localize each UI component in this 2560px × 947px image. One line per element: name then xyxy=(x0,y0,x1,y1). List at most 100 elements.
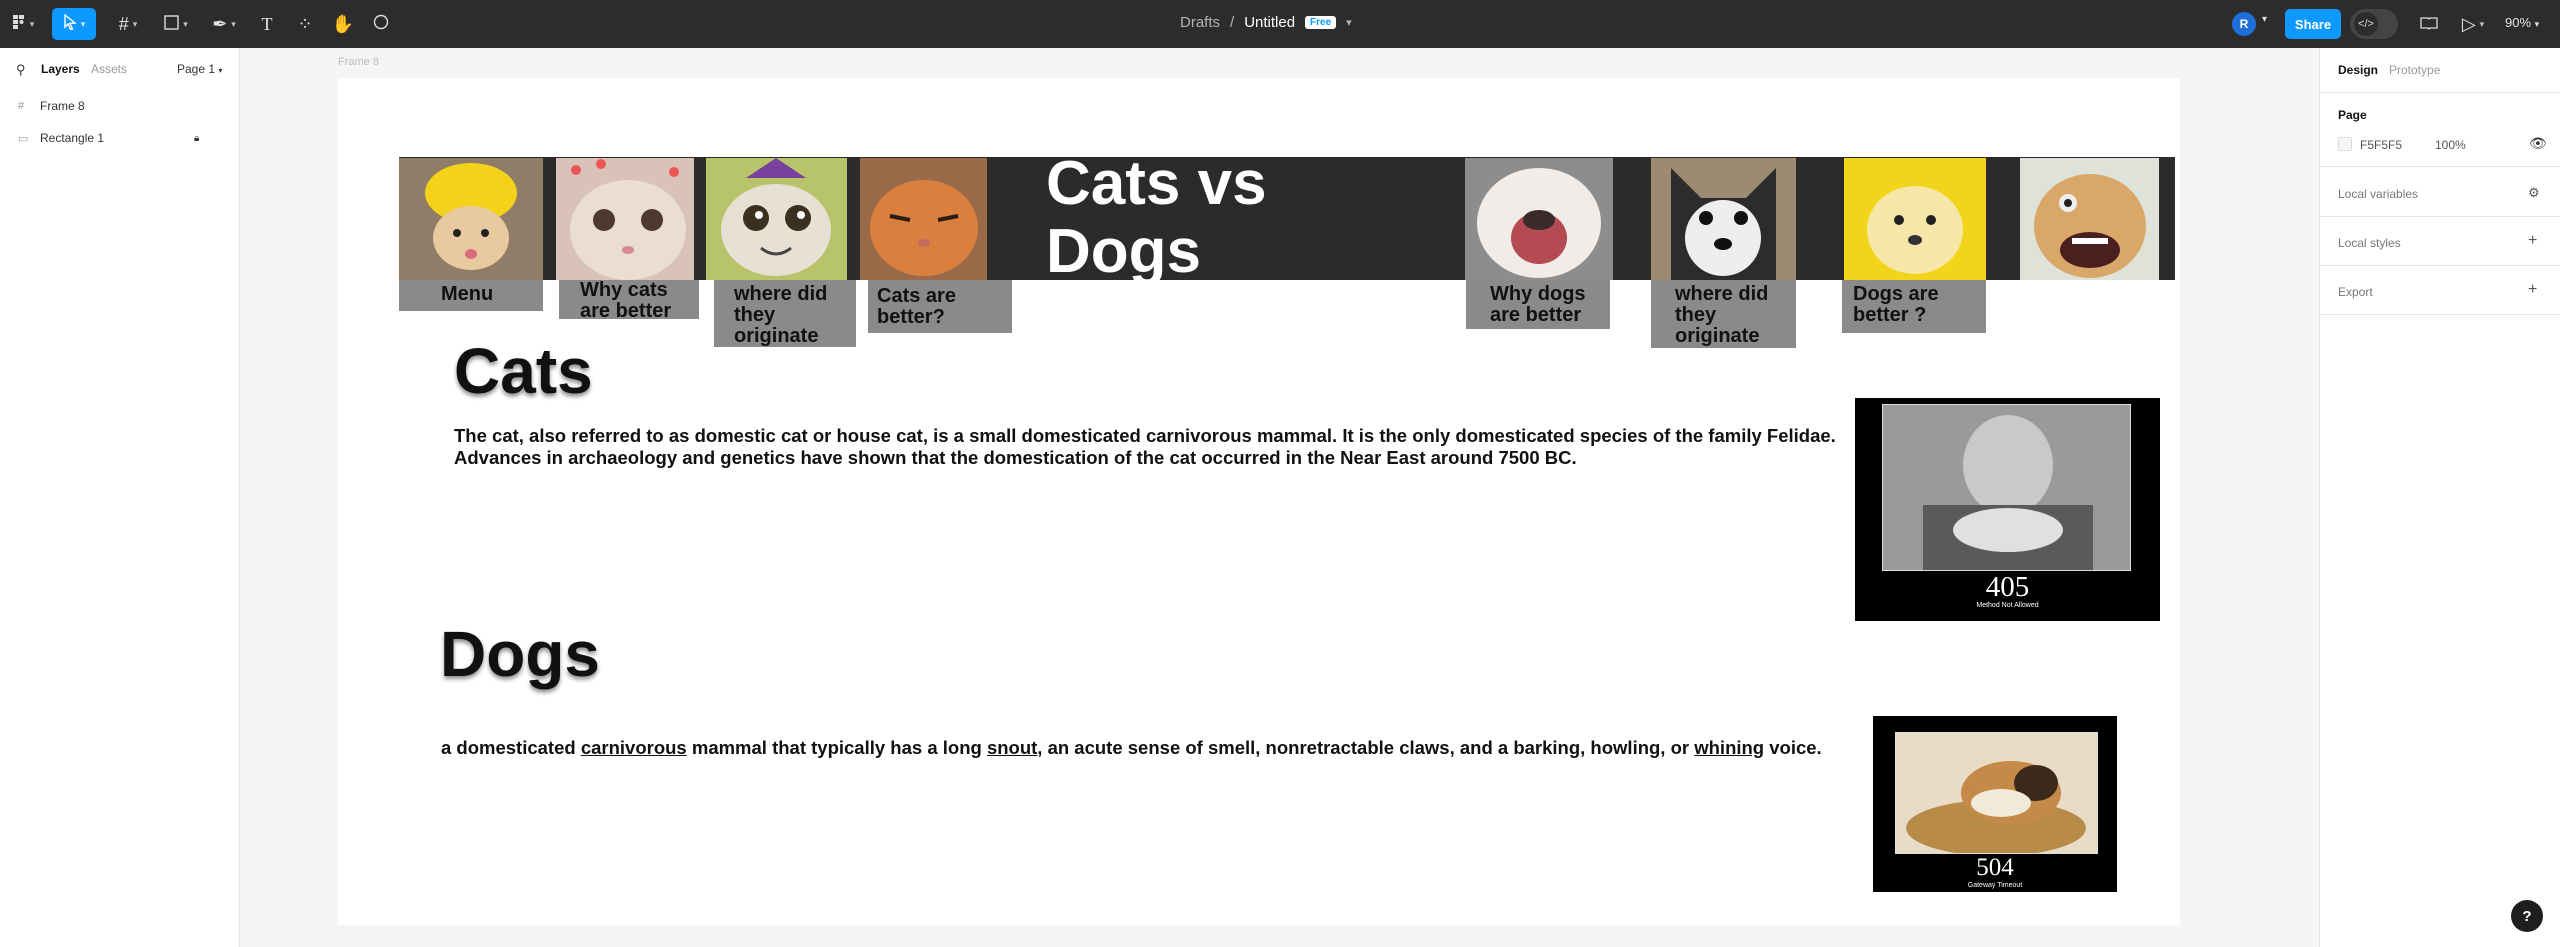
comment-icon xyxy=(373,14,389,35)
nav-dogs-better[interactable]: Dogs are better ? xyxy=(1842,280,1986,333)
zoom-level: 90% xyxy=(2505,15,2532,30)
move-tool-button[interactable]: ▾ xyxy=(52,8,96,40)
sliders-icon[interactable]: ⚙︎ xyxy=(2528,185,2540,201)
code-icon: </> xyxy=(2354,12,2378,36)
title-line-1: Cats vs Dogs xyxy=(1046,150,1286,286)
book-icon xyxy=(2420,14,2438,35)
dog-photo-3[interactable] xyxy=(1844,158,1986,280)
layer-name: Rectangle 1 xyxy=(40,131,105,145)
link-whining[interactable]: whining xyxy=(1694,737,1764,758)
text-icon: T xyxy=(261,13,273,34)
chevron-down-icon: ▾ xyxy=(132,18,138,29)
left-panel: ⚲ Layers Assets Page 1 ▾ # Frame 8 ▭ Rec… xyxy=(0,48,240,947)
divider xyxy=(2320,216,2560,217)
divider xyxy=(2320,92,2560,93)
dogs-description[interactable]: a domesticated carnivorous mammal that t… xyxy=(441,737,1841,759)
poster-504-code: 504 xyxy=(1976,854,2014,881)
help-button[interactable]: ? xyxy=(2511,900,2543,932)
local-variables-label[interactable]: Local variables xyxy=(2338,187,2418,201)
top-toolbar: ▾ ▾ # ▾ ▾ ✒ ▾ T ⁘ ✋ Drafts / Untitled Fr… xyxy=(0,0,2560,48)
chevron-down-icon: ▾ xyxy=(80,18,86,29)
chevron-down-icon: ▾ xyxy=(231,18,236,29)
zoom-menu[interactable]: 90% ▾ xyxy=(2505,15,2539,30)
dogs-text-part: voice. xyxy=(1764,737,1822,758)
shape-tool-button[interactable]: ▾ xyxy=(156,8,196,40)
layer-row[interactable]: ▭ Rectangle 1 🔒︎ xyxy=(0,125,239,151)
tab-layers[interactable]: Layers xyxy=(41,62,80,76)
page-title[interactable]: Cats vs Dogs xyxy=(1046,150,1286,286)
share-button[interactable]: Share xyxy=(2285,9,2341,39)
cat-photo-1[interactable] xyxy=(399,158,543,280)
lock-icon[interactable]: 🔒︎ xyxy=(194,133,199,144)
chevron-down-icon: ▾ xyxy=(2534,19,2540,29)
eye-icon[interactable]: 👁︎ xyxy=(2529,135,2547,152)
link-snout[interactable]: snout xyxy=(987,737,1037,758)
chevron-down-icon[interactable]: ▾ xyxy=(2262,14,2267,25)
hand-icon: ✋ xyxy=(331,13,355,34)
plan-badge: Free xyxy=(1305,16,1337,29)
dogs-heading[interactable]: Dogs xyxy=(440,617,600,691)
breadcrumb-folder[interactable]: Drafts xyxy=(1180,14,1220,31)
poster-405[interactable]: 405 Method Not Allowed xyxy=(1855,398,2160,621)
cat-photo-3[interactable] xyxy=(706,158,847,280)
nav-why-dogs[interactable]: Why dogs are better xyxy=(1466,280,1610,329)
comment-tool-button[interactable] xyxy=(366,8,396,40)
chevron-down-icon[interactable]: ▾ xyxy=(1346,16,1352,29)
poster-405-caption: Method Not Allowed xyxy=(1976,602,2039,609)
right-panel: Design Prototype Page F5F5F5 100% 👁︎ Loc… xyxy=(2319,48,2560,947)
frame-tool-button[interactable]: # ▾ xyxy=(108,8,148,40)
poster-405-code: 405 xyxy=(1985,571,2030,603)
search-icon[interactable]: ⚲ xyxy=(16,62,26,78)
chevron-down-icon: ▾ xyxy=(29,18,35,29)
tab-design[interactable]: Design xyxy=(2338,63,2378,77)
plus-icon[interactable]: + xyxy=(2528,232,2537,250)
cat-photo-4[interactable] xyxy=(860,158,987,280)
cats-description[interactable]: The cat, also referred to as domestic ca… xyxy=(454,425,1854,469)
divider xyxy=(2320,314,2560,315)
cat-photo-2[interactable] xyxy=(556,158,694,280)
main-menu-button[interactable]: ▾ xyxy=(8,8,38,40)
link-carnivorous[interactable]: carnivorous xyxy=(581,737,687,758)
rectangle-icon xyxy=(164,14,179,35)
plus-icon[interactable]: + xyxy=(2528,281,2537,299)
dog-photo-1[interactable] xyxy=(1465,158,1613,280)
frame-label[interactable]: Frame 8 xyxy=(338,56,379,68)
page-opacity-value[interactable]: 100% xyxy=(2435,138,2466,152)
page-color-value[interactable]: F5F5F5 xyxy=(2360,138,2402,152)
breadcrumb-separator: / xyxy=(1230,14,1235,31)
tab-assets[interactable]: Assets xyxy=(91,62,127,76)
export-label[interactable]: Export xyxy=(2338,285,2373,299)
hand-tool-button[interactable]: ✋ xyxy=(328,8,358,40)
divider xyxy=(2320,166,2560,167)
nav-cats-better[interactable]: Cats are better? xyxy=(868,280,1012,333)
frame-icon: # xyxy=(18,100,25,112)
components-icon: ⁘ xyxy=(297,13,313,34)
file-name[interactable]: Untitled xyxy=(1244,14,1295,31)
page-color-swatch[interactable] xyxy=(2338,137,2352,151)
cursor-icon xyxy=(63,13,77,35)
dog-photo-2[interactable] xyxy=(1651,158,1796,280)
cats-heading[interactable]: Cats xyxy=(454,334,593,408)
present-button[interactable]: ▷ ▾ xyxy=(2456,8,2490,40)
poster-504-caption: Gateway Timeout xyxy=(1967,882,2023,889)
chevron-down-icon: ▾ xyxy=(2479,18,2485,29)
tab-prototype[interactable]: Prototype xyxy=(2389,63,2440,77)
page-selector[interactable]: Page 1 ▾ xyxy=(177,62,222,76)
nav-menu[interactable]: Menu xyxy=(399,280,543,311)
avatar[interactable]: R xyxy=(2232,12,2256,36)
left-panel-tabs: ⚲ Layers Assets Page 1 ▾ xyxy=(0,48,239,92)
library-button[interactable] xyxy=(2414,8,2444,40)
layer-row[interactable]: # Frame 8 xyxy=(0,93,239,119)
pen-tool-button[interactable]: ✒ ▾ xyxy=(204,8,244,40)
nav-why-cats[interactable]: Why cats are better xyxy=(559,280,699,322)
dev-mode-toggle[interactable]: </> xyxy=(2350,9,2398,39)
breadcrumb: Drafts / Untitled Free ▾ xyxy=(1180,14,1352,31)
poster-504[interactable]: 504 Gateway Timeout xyxy=(1873,716,2117,892)
nav-cats-origin[interactable]: where did they originate xyxy=(714,280,856,347)
local-styles-label[interactable]: Local styles xyxy=(2338,236,2401,250)
divider xyxy=(2320,265,2560,266)
text-tool-button[interactable]: T xyxy=(252,8,282,40)
nav-dogs-origin[interactable]: where did they originate xyxy=(1651,280,1796,348)
dog-photo-4[interactable] xyxy=(2020,158,2159,280)
resources-button[interactable]: ⁘ xyxy=(290,8,320,40)
